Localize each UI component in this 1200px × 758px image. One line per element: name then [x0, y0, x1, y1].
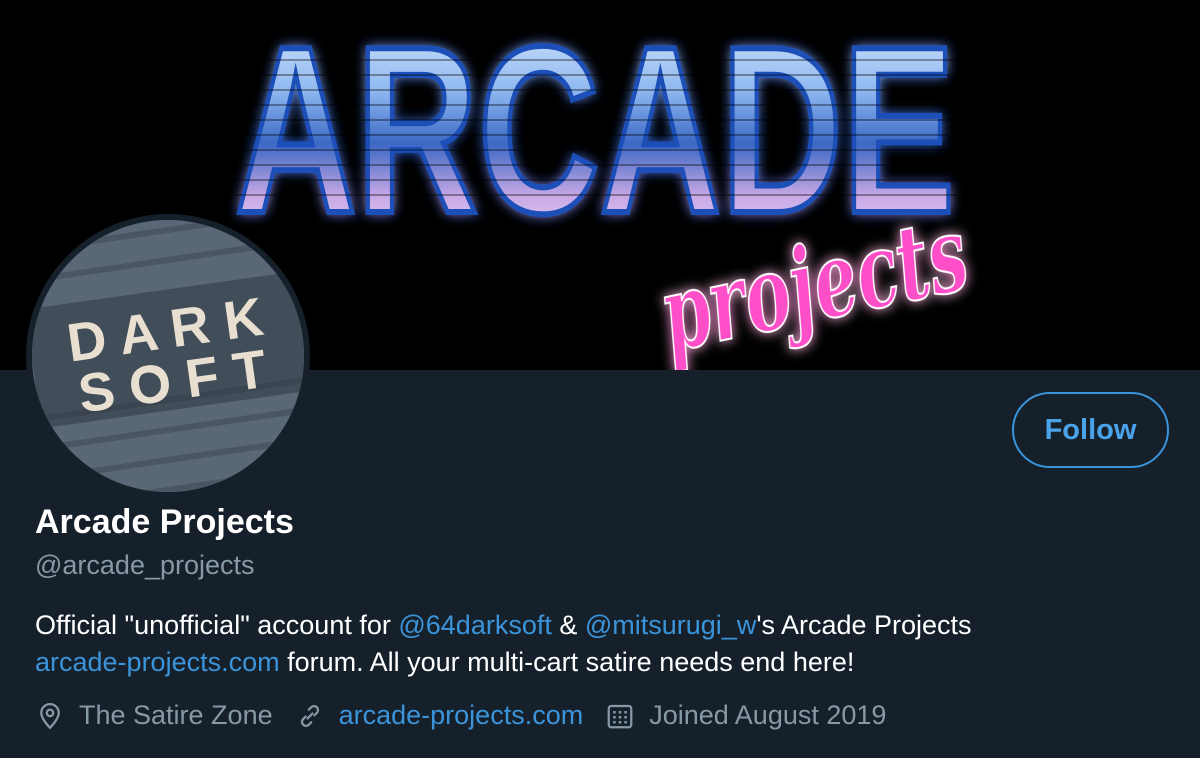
- joined-item: Joined August 2019: [605, 700, 886, 731]
- profile-bio: Official "unofficial" account for @64dar…: [35, 607, 1175, 681]
- profile-handle: @arcade_projects: [35, 550, 255, 580]
- mention-mitsurugi-w[interactable]: @mitsurugi_w: [585, 610, 756, 640]
- calendar-icon: [607, 704, 633, 728]
- darksoft-logo: D A R K S O F T: [32, 220, 304, 492]
- website-link[interactable]: arcade-projects.com: [339, 700, 584, 731]
- joined-text: Joined August 2019: [649, 700, 887, 730]
- bio-text: forum. All your multi-cart satire needs …: [279, 647, 855, 677]
- bio-text: Official "unofficial" account for: [35, 610, 399, 640]
- mention-64darksoft[interactable]: @64darksoft: [398, 610, 551, 640]
- bio-text: 's Arcade Projects: [756, 610, 972, 640]
- location-pin-icon: [40, 702, 60, 729]
- link-icon: [300, 704, 319, 727]
- display-name: Arcade Projects: [35, 503, 294, 541]
- location-item: The Satire Zone: [35, 700, 273, 731]
- follow-button[interactable]: Follow: [1012, 392, 1169, 468]
- bio-website-link[interactable]: arcade-projects.com: [35, 647, 280, 677]
- location-text: The Satire Zone: [79, 700, 273, 730]
- profile-avatar[interactable]: D A R K S O F T: [26, 214, 310, 498]
- profile-meta: The Satire Zone arcade-projects.com Join…: [35, 700, 908, 731]
- website-item: arcade-projects.com: [295, 700, 584, 731]
- bio-text: &: [551, 610, 585, 640]
